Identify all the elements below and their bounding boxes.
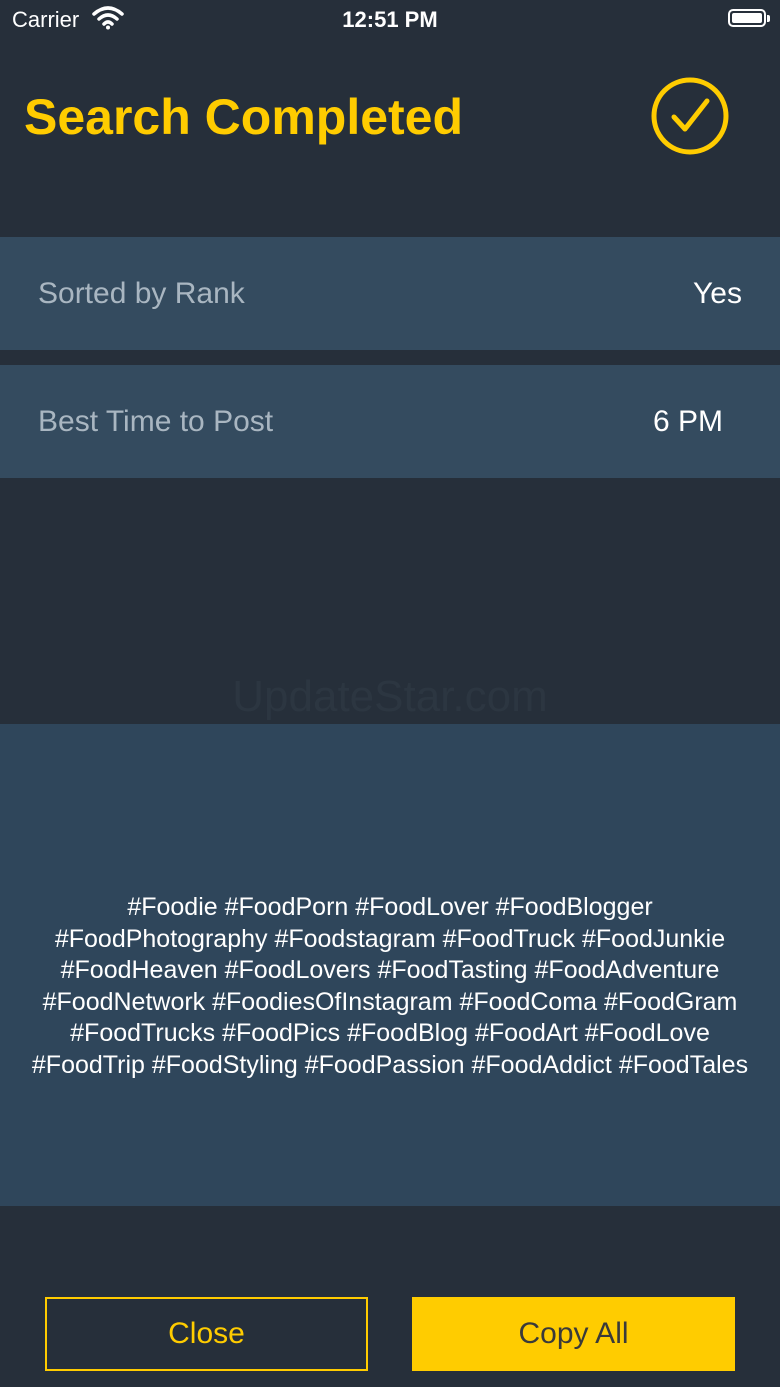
copy-all-button[interactable]: Copy All (412, 1297, 735, 1371)
page-title: Search Completed (24, 89, 464, 145)
hashtags-panel: #Foodie #FoodPorn #FoodLover #FoodBlogge… (0, 724, 780, 1206)
best-time-label: Best Time to Post (38, 405, 274, 438)
sorted-by-rank-label: Sorted by Rank (38, 277, 245, 310)
watermark: UpdateStar.com (232, 672, 548, 721)
status-bar: Carrier 12:51 PM (0, 0, 780, 40)
best-time-value: 6 PM (652, 405, 723, 438)
sorted-by-rank-value: Yes (693, 277, 742, 310)
close-button[interactable]: Close (45, 1297, 368, 1371)
check-circle-icon (651, 77, 729, 155)
battery-icon (728, 9, 770, 27)
sorted-by-rank-row: Sorted by Rank Yes (0, 237, 780, 350)
best-time-to-post-row: Best Time to Post 6 PM (0, 365, 780, 478)
clock-time: 12:51 PM (342, 7, 438, 32)
hashtags-text: #Foodie #FoodPorn #FoodLover #FoodBlogge… (31, 893, 749, 1079)
